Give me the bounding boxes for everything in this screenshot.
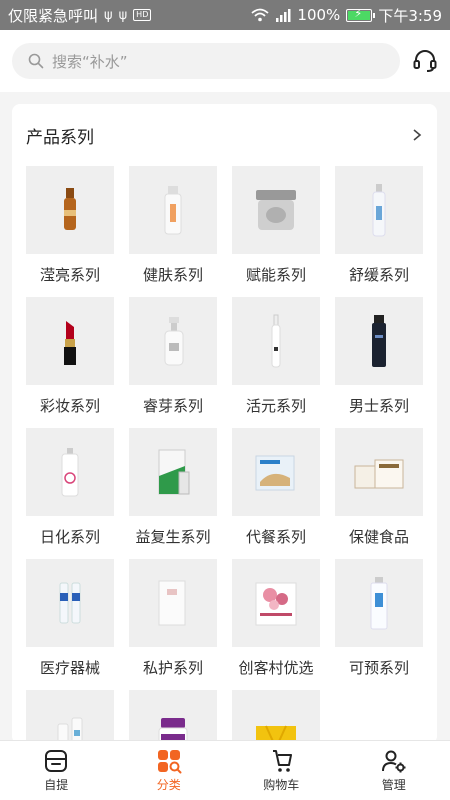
header: 搜索“补水”	[0, 30, 450, 92]
category-label: 私护系列	[142, 659, 203, 677]
product-image	[335, 428, 423, 516]
product-image	[232, 166, 320, 254]
charging-icon: ⚡	[354, 6, 363, 20]
category-label: 医疗器械	[39, 659, 100, 677]
category-label: 保健食品	[348, 528, 409, 546]
category-item[interactable]: 滢亮系列	[26, 166, 114, 297]
product-image	[129, 297, 217, 385]
category-item[interactable]: 日化系列	[26, 428, 114, 559]
category-label: 男士系列	[348, 397, 409, 415]
product-image	[26, 166, 114, 254]
pickup-icon	[45, 750, 68, 772]
category-label: 活元系列	[245, 397, 306, 415]
nav-item-category[interactable]: 分类	[113, 741, 226, 800]
nav-item-pickup[interactable]: 自提	[0, 741, 113, 800]
usb-icon: ψ	[104, 7, 113, 23]
category-item[interactable]: 赋能系列	[232, 166, 320, 297]
wifi-icon	[251, 8, 270, 22]
category-icon	[157, 750, 182, 774]
section-title: 产品系列	[26, 127, 94, 148]
category-item[interactable]: 舒缓系列	[335, 166, 423, 297]
category-grid: 滢亮系列 健肤系列 赋能系列 舒缓系列彩妆系列 睿芽系列 活元系列 男士系列日化系列 益复生系…	[12, 166, 437, 744]
status-bar: 仅限紧急呼叫 ψ ψ HD 100% ⚡ 下午3:59	[0, 0, 450, 30]
product-image	[26, 428, 114, 516]
category-panel: 产品系列 滢亮系列 健肤系列 赋能系列 舒缓系列彩妆系列 睿芽系列 活元系列 男士系列日化系…	[12, 104, 437, 744]
category-item[interactable]	[129, 690, 217, 744]
category-item[interactable]: 创客村优选	[232, 559, 320, 690]
category-label: 睿芽系列	[142, 397, 203, 415]
product-image	[232, 297, 320, 385]
usb-icon: ψ	[118, 7, 128, 23]
product-image	[232, 690, 320, 744]
category-label: 代餐系列	[245, 528, 306, 546]
headset-icon[interactable]	[412, 48, 438, 74]
category-item[interactable]: 健肤系列	[129, 166, 217, 297]
category-label: 赋能系列	[245, 266, 306, 284]
category-label: 可预系列	[348, 659, 409, 677]
category-label: 健肤系列	[142, 266, 203, 284]
product-image	[232, 428, 320, 516]
battery-icon: ⚡	[346, 6, 376, 22]
nav-label: 购物车	[263, 778, 300, 792]
search-input[interactable]: 搜索“补水”	[12, 43, 400, 79]
product-image	[232, 559, 320, 647]
battery-percent: 100%	[297, 6, 341, 24]
category-label: 彩妆系列	[39, 397, 100, 415]
product-image	[129, 690, 217, 744]
product-image	[335, 166, 423, 254]
category-item[interactable]	[232, 690, 320, 744]
product-image	[129, 428, 217, 516]
nav-label: 自提	[44, 778, 69, 792]
product-image	[26, 690, 114, 744]
category-item[interactable]: 活元系列	[232, 297, 320, 428]
search-placeholder: 搜索“补水”	[52, 52, 128, 71]
nav-item-manage[interactable]: 管理	[338, 741, 450, 800]
status-right: 100% ⚡ 下午3:59	[251, 5, 442, 26]
category-item[interactable]: 保健食品	[335, 428, 423, 559]
category-label: 日化系列	[39, 528, 100, 546]
clock: 下午3:59	[378, 6, 442, 25]
status-left: 仅限紧急呼叫 ψ ψ HD	[8, 5, 251, 26]
product-image	[26, 559, 114, 647]
category-item[interactable]: 代餐系列	[232, 428, 320, 559]
category-label: 滢亮系列	[39, 266, 100, 284]
category-item[interactable]: 可预系列	[335, 559, 423, 690]
product-image	[129, 559, 217, 647]
category-label: 舒缓系列	[348, 266, 409, 284]
manage-icon	[381, 750, 406, 773]
nav-label: 分类	[156, 778, 181, 792]
product-image	[335, 559, 423, 647]
carrier-text: 仅限紧急呼叫	[8, 6, 99, 25]
category-item[interactable]: 男士系列	[335, 297, 423, 428]
bottom-nav: 自提 分类 购物车 管理	[0, 740, 450, 800]
category-label: 创客村优选	[238, 659, 314, 677]
category-item[interactable]: 私护系列	[129, 559, 217, 690]
category-item[interactable]: 益复生系列	[129, 428, 217, 559]
category-label: 益复生系列	[135, 528, 211, 546]
hd-icon: HD	[133, 9, 152, 21]
category-item[interactable]: 彩妆系列	[26, 297, 114, 428]
category-item[interactable]	[26, 690, 114, 744]
category-item[interactable]: 睿芽系列	[129, 297, 217, 428]
search-icon	[28, 53, 44, 69]
product-image	[129, 166, 217, 254]
section-header[interactable]: 产品系列	[12, 104, 437, 166]
nav-label: 管理	[381, 778, 406, 792]
nav-item-cart[interactable]: 购物车	[225, 741, 338, 800]
product-image	[26, 297, 114, 385]
chevron-right-icon[interactable]	[411, 129, 423, 141]
product-image	[335, 297, 423, 385]
category-item[interactable]: 医疗器械	[26, 559, 114, 690]
signal-icon	[276, 9, 291, 22]
cart-icon	[273, 750, 293, 772]
